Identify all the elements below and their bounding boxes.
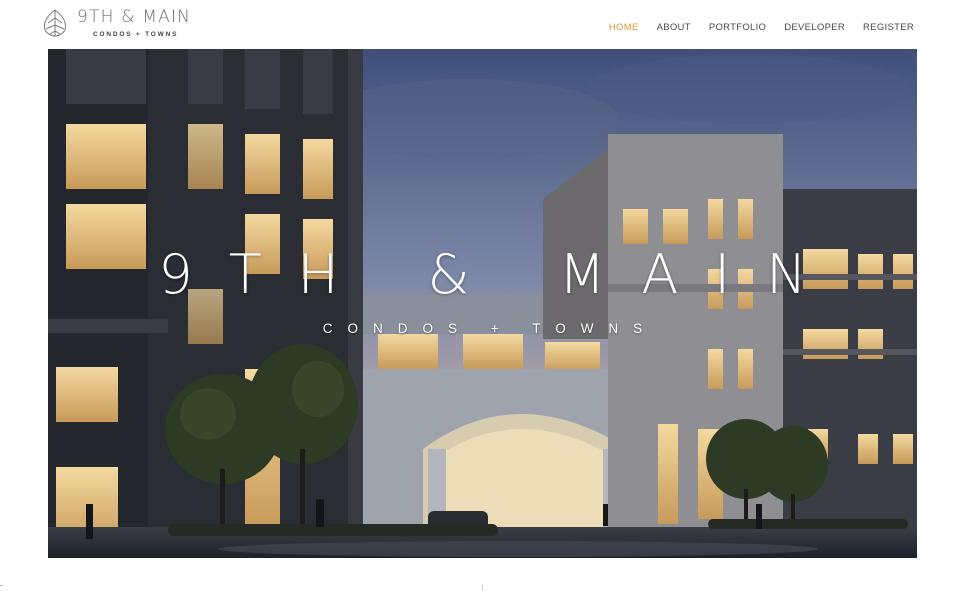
nav-developer[interactable]: DEVELOPER: [784, 22, 845, 33]
nav-register[interactable]: REGISTER: [863, 22, 914, 33]
nav-about[interactable]: ABOUT: [657, 22, 691, 33]
logo-title: 9TH & MAIN: [77, 7, 192, 27]
hero-banner: 9TH & MAIN CONDOS + TOWNS: [48, 49, 917, 558]
main-nav: HOME ABOUT PORTFOLIO DEVELOPER REGISTER: [609, 22, 914, 33]
nav-home[interactable]: HOME: [609, 22, 639, 33]
hero-title: 9TH & MAIN: [158, 243, 843, 306]
hero-subtitle: CONDOS + TOWNS: [322, 321, 658, 336]
site-header: 9TH & MAIN CONDOS + TOWNS HOME ABOUT POR…: [0, 0, 966, 48]
divider-mark: [482, 585, 483, 591]
logo-subtitle: CONDOS + TOWNS: [93, 31, 179, 38]
logo-link[interactable]: 9TH & MAIN CONDOS + TOWNS: [39, 7, 199, 41]
nav-portfolio[interactable]: PORTFOLIO: [709, 22, 766, 33]
corner-mark: [0, 585, 3, 586]
leaf-icon: [44, 9, 66, 37]
